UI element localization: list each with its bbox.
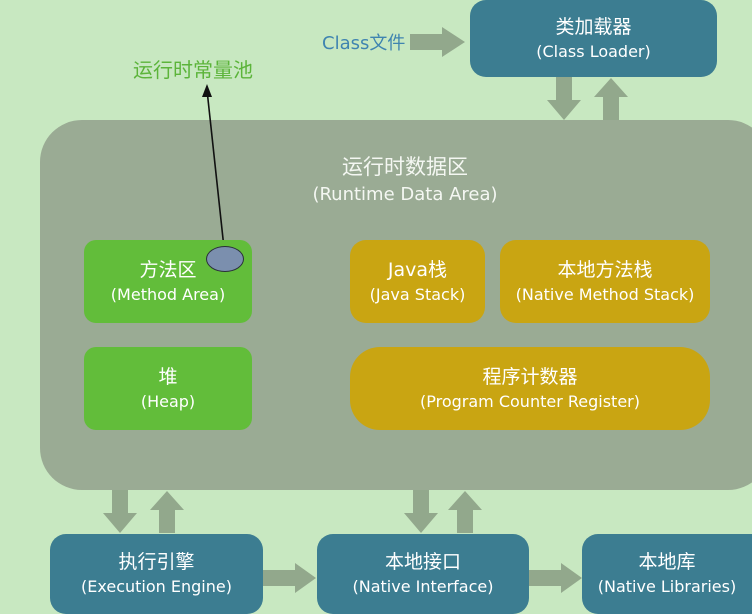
native-interface-en: (Native Interface) [352, 577, 494, 597]
execution-engine-box: 执行引擎 (Execution Engine) [50, 534, 263, 614]
native-stack-zh: 本地方法栈 [557, 258, 653, 281]
constant-pool-label: 运行时常量池 [133, 58, 253, 82]
native-method-stack-box: 本地方法栈 (Native Method Stack) [500, 240, 710, 323]
arrow-interface-up [448, 491, 482, 533]
pc-register-zh: 程序计数器 [482, 365, 578, 388]
arrow-classfile-to-loader [410, 27, 465, 57]
arrow-loader-up [594, 78, 628, 120]
arrow-loader-down [547, 77, 581, 120]
execution-engine-zh: 执行引擎 [118, 551, 195, 574]
runtime-area-en: (Runtime Data Area) [312, 184, 498, 206]
pool-pointer-line [206, 89, 225, 249]
java-stack-zh: Java栈 [387, 258, 448, 281]
arrow-engine-down [103, 490, 137, 533]
class-file-label: Class文件 [322, 33, 406, 54]
native-interface-zh: 本地接口 [384, 551, 461, 574]
pc-register-box: 程序计数器 (Program Counter Register) [350, 347, 710, 430]
execution-engine-en: (Execution Engine) [81, 577, 232, 597]
arrow-engine-up [150, 491, 184, 533]
class-loader-zh: 类加载器 [555, 15, 632, 38]
class-loader-box: 类加载器 (Class Loader) [470, 0, 717, 77]
class-loader-en: (Class Loader) [536, 41, 651, 61]
runtime-area-zh: 运行时数据区 [342, 155, 468, 179]
heap-box: 堆 (Heap) [84, 347, 252, 430]
native-stack-en: (Native Method Stack) [515, 284, 695, 304]
native-libraries-box: 本地库 (Native Libraries) [582, 534, 752, 614]
heap-zh: 堆 [158, 365, 178, 388]
native-libraries-zh: 本地库 [638, 551, 696, 574]
runtime-area-title: 运行时数据区 (Runtime Data Area) [265, 152, 545, 209]
java-stack-box: Java栈 (Java Stack) [350, 240, 485, 323]
native-interface-box: 本地接口 (Native Interface) [317, 534, 529, 614]
java-stack-en: (Java Stack) [369, 284, 466, 304]
heap-en: (Heap) [140, 391, 196, 411]
method-area-en: (Method Area) [110, 284, 226, 304]
native-libraries-en: (Native Libraries) [597, 577, 737, 597]
arrow-engine-to-interface [263, 563, 316, 593]
arrow-interface-to-libraries [529, 563, 582, 593]
method-area-zh: 方法区 [139, 258, 197, 281]
constant-pool-marker [206, 246, 244, 272]
pool-pointer-head [202, 84, 212, 97]
pc-register-en: (Program Counter Register) [420, 391, 640, 411]
arrow-interface-down [404, 490, 438, 533]
